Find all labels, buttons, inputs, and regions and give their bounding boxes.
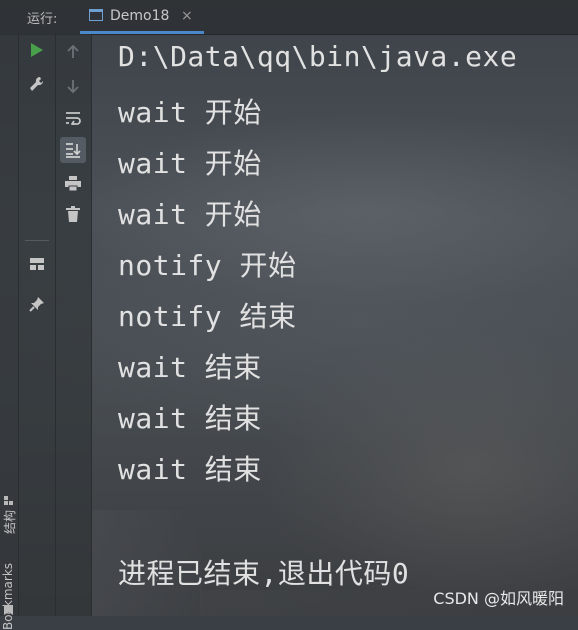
run-toolbar-secondary <box>56 34 92 616</box>
console-line: wait 开始 <box>118 198 262 231</box>
bookmarks-label: Bookmarks <box>1 562 15 630</box>
soft-wrap-icon[interactable] <box>61 106 85 130</box>
tab-demo18[interactable]: Demo18 × <box>80 0 204 34</box>
console-window-icon <box>89 9 103 21</box>
run-toolbar-primary <box>19 34 56 616</box>
console-line: notify 开始 <box>118 249 297 282</box>
bookmarks-tool-button[interactable]: Bookmarks <box>1 563 15 630</box>
side-tool-strip: 结构 Bookmarks <box>0 34 19 630</box>
scroll-down-icon[interactable] <box>61 74 85 98</box>
console-line: wait 开始 <box>118 147 262 180</box>
print-icon[interactable] <box>61 171 85 195</box>
toolbar-divider <box>25 240 49 241</box>
console-line: D:\Data\qq\bin\java.exe <box>118 40 518 73</box>
run-toolbar-header: 运行: Demo18 × <box>0 0 578 35</box>
pin-icon[interactable] <box>25 292 49 316</box>
run-icon[interactable] <box>25 38 49 62</box>
bookmark-icon <box>4 600 13 615</box>
tab-label: Demo18 <box>110 8 170 24</box>
structure-label: 结构 <box>3 509 17 534</box>
console-line: notify 结束 <box>118 300 297 333</box>
console-line: wait 结束 <box>118 402 262 435</box>
layout-icon[interactable] <box>25 252 49 276</box>
console-line: wait 结束 <box>118 453 262 486</box>
close-icon[interactable]: × <box>181 8 193 24</box>
console-line: wait 结束 <box>118 351 262 384</box>
structure-icon <box>4 490 13 505</box>
trash-icon[interactable] <box>61 202 85 226</box>
process-exit-line: 进程已结束,退出代码0 <box>118 557 410 590</box>
console-line: wait 开始 <box>118 96 262 129</box>
scroll-up-icon[interactable] <box>61 40 85 64</box>
settings-wrench-icon[interactable] <box>25 72 49 96</box>
watermark: CSDN @如风暖阳 <box>433 589 564 608</box>
scroll-to-end-icon[interactable] <box>60 137 86 163</box>
run-label: 运行: <box>27 12 58 27</box>
structure-tool-button[interactable]: 结构 <box>1 510 18 534</box>
